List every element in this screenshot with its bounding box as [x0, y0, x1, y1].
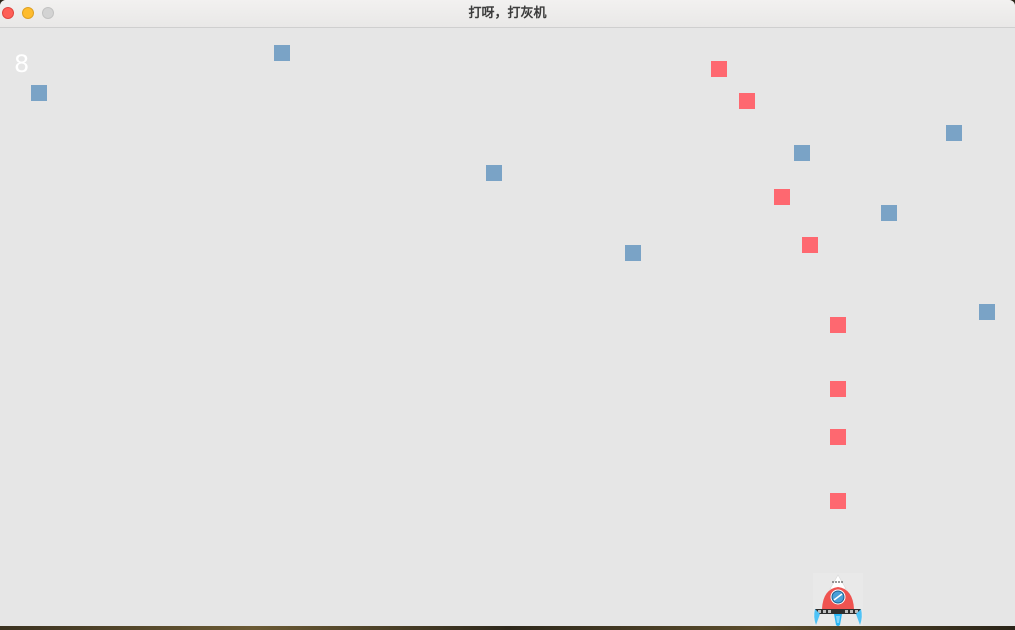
game-window: 打呀，打灰机 8: [0, 0, 1015, 626]
game-canvas[interactable]: 8: [0, 28, 1015, 626]
title-bar: 打呀，打灰机: [0, 0, 1015, 28]
window-title: 打呀，打灰机: [468, 6, 547, 21]
desktop-background: [0, 626, 1015, 630]
enemy-block: [274, 45, 290, 61]
bullet: [802, 237, 818, 253]
enemy-block: [979, 304, 995, 320]
bullet: [830, 493, 846, 509]
score-counter: 8: [14, 50, 30, 78]
bullet: [830, 317, 846, 333]
enemy-block: [946, 125, 962, 141]
enemy-block: [794, 145, 810, 161]
bullet: [830, 381, 846, 397]
rocket-ship-icon[interactable]: [813, 573, 863, 626]
bullet: [739, 93, 755, 109]
enemy-block: [881, 205, 897, 221]
bullet: [830, 429, 846, 445]
enemy-block: [625, 245, 641, 261]
enemy-block: [31, 85, 47, 101]
bullet: [774, 189, 790, 205]
enemy-block: [486, 165, 502, 181]
bullet: [711, 61, 727, 77]
